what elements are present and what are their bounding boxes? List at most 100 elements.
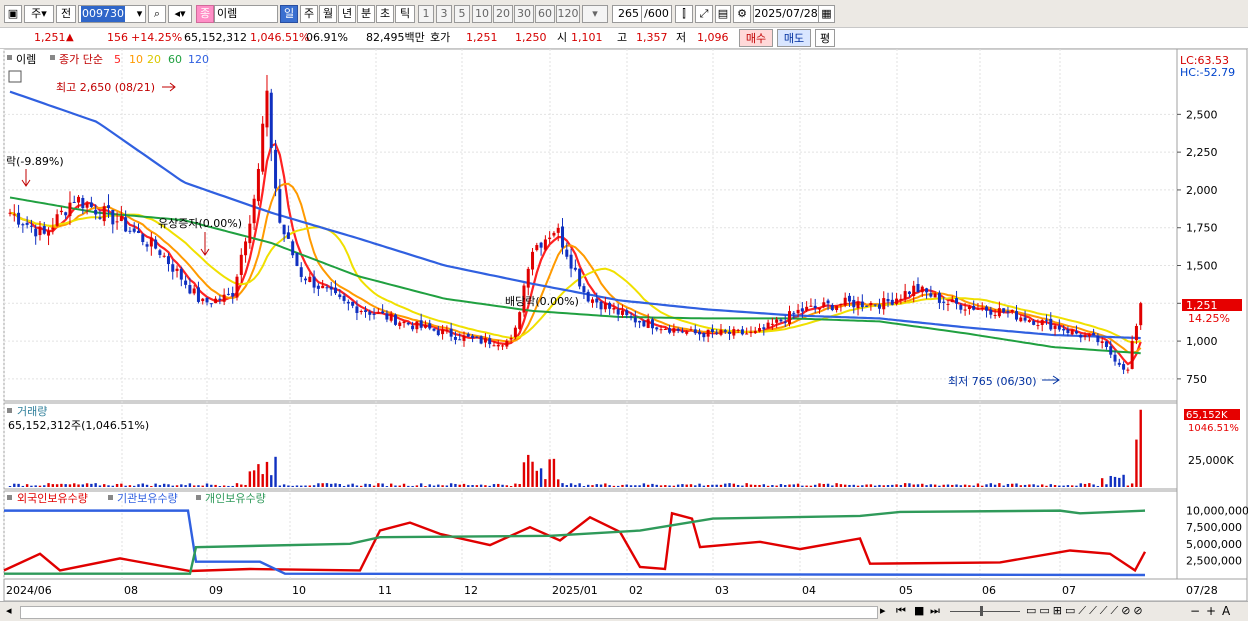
low-label: 저 [676, 31, 687, 44]
avg-button[interactable]: 평 [815, 29, 835, 47]
volume-bar [745, 483, 748, 487]
market-select[interactable]: 주 ▾ [24, 5, 54, 23]
gear-icon[interactable]: ⚙ [733, 5, 751, 23]
calculator-icon[interactable] [8, 70, 22, 83]
sell-button[interactable]: 매도 [777, 29, 811, 47]
period-monthly-button[interactable]: 월 [319, 5, 337, 23]
code-dropdown-icon[interactable]: ▾ [134, 5, 146, 23]
candle-body [873, 304, 877, 306]
sound-icon[interactable]: ◂▾ [168, 5, 192, 23]
interval-120-button[interactable]: 120 [556, 5, 580, 23]
volume-bar [843, 484, 847, 487]
volume-bar [736, 484, 740, 487]
volume-bar [21, 485, 25, 487]
volume-bar [175, 485, 179, 487]
candle-body [419, 320, 423, 328]
interval-custom-select[interactable]: ▾ [582, 5, 608, 23]
font-size-icon[interactable]: A [1222, 604, 1230, 618]
volume-bar [814, 484, 817, 487]
volume-bar [762, 484, 766, 487]
candle-body [1130, 341, 1134, 369]
zoom-slider[interactable] [950, 611, 1020, 612]
scrollbar-track[interactable] [20, 606, 878, 619]
period-weekly-button[interactable]: 주 [300, 5, 318, 23]
date-input[interactable]: 2025/07/28 [753, 5, 819, 23]
candle-body [950, 299, 954, 303]
volume-bar [1045, 485, 1048, 487]
zoom-slider-handle[interactable] [980, 606, 983, 616]
low-price: 1,096 [697, 31, 729, 44]
candle-body [94, 209, 98, 215]
x-axis-panel [3, 578, 1248, 602]
volume-bar [77, 484, 80, 487]
volume-bar [385, 486, 389, 487]
save-icon[interactable]: ▤ [715, 5, 731, 23]
zoom-in-icon[interactable]: + [1206, 604, 1216, 618]
volume-bar [214, 484, 217, 487]
interval-20-button[interactable]: 20 [493, 5, 513, 23]
period-daily-button[interactable]: 일 [280, 5, 298, 23]
candle-icon[interactable]: ⫿ [675, 5, 693, 23]
volume-bar [929, 484, 933, 487]
period-tick-button[interactable]: 틱 [395, 5, 415, 23]
holdings-legend: 외국인보유수량 기관보유수량 개인보유수량 [7, 492, 266, 505]
buy-button[interactable]: 매수 [739, 29, 773, 47]
volume-bar [685, 484, 688, 487]
volume-bar [1058, 485, 1061, 487]
candle-body [501, 345, 505, 347]
volume-bar [522, 462, 526, 487]
holdings-tick-label: 10,000,000 [1186, 505, 1248, 518]
period-second-button[interactable]: 초 [376, 5, 394, 23]
interval-30-button[interactable]: 30 [514, 5, 534, 23]
holdings-panel[interactable] [3, 490, 1178, 580]
holdings-square-icon-2 [108, 495, 113, 500]
volume-bar [646, 484, 650, 487]
volume-bar [1135, 439, 1138, 487]
period-yearly-button[interactable]: 년 [338, 5, 356, 23]
drawing-tools-icons[interactable]: ▭▭⊞▭⟋⟋⟋⟋⊘⊘ [1026, 604, 1146, 618]
scroll-right-icon[interactable]: ▸ [880, 604, 886, 617]
zoom-out-icon[interactable]: − [1190, 604, 1200, 618]
interval-10-button[interactable]: 10 [472, 5, 492, 23]
scroll-left-icon[interactable]: ◂ [6, 604, 12, 617]
stop-icon[interactable]: ■ [914, 604, 924, 617]
period-minute-button[interactable]: 분 [357, 5, 375, 23]
prefix-select[interactable]: 전 [56, 5, 76, 23]
volume-bar [334, 483, 337, 487]
candle-body [912, 285, 916, 296]
volume-bar [372, 485, 376, 487]
legend-ma10: 10 [129, 53, 143, 66]
volume-bar [861, 485, 864, 487]
candle-body [890, 299, 894, 305]
candle-body [235, 276, 239, 298]
candle-body [1126, 369, 1130, 371]
candle-body [800, 308, 804, 312]
interval-1-button[interactable]: 1 [418, 5, 434, 23]
calendar-icon[interactable]: ▦ [819, 5, 835, 23]
volume-bar [968, 485, 971, 487]
volume-bar [771, 485, 774, 487]
chart-area[interactable]: 2,5002,2502,0001,7501,5001,2501,00075010… [0, 48, 1248, 602]
count-input[interactable]: 265 [612, 5, 642, 23]
candle-body [1062, 328, 1066, 331]
interval-3-button[interactable]: 3 [436, 5, 452, 23]
legend-individual: 개인보유수량 [205, 492, 266, 505]
candle-body [710, 329, 714, 332]
candle-body [64, 212, 68, 216]
volume-bar [360, 485, 363, 487]
volume-bar [389, 483, 393, 487]
search-icon[interactable]: ⌕ [148, 5, 166, 23]
volume-bar [766, 485, 770, 487]
chart-svg[interactable]: 2,5002,2502,0001,7501,5001,2501,00075010… [0, 48, 1248, 602]
volume-badge-pct: 1046.51% [1188, 423, 1239, 434]
interval-60-button[interactable]: 60 [535, 5, 555, 23]
last-icon[interactable]: ⏭ [930, 604, 940, 618]
interval-5-button[interactable]: 5 [454, 5, 470, 23]
volume-title: 거래량 [17, 405, 47, 418]
window-icon[interactable]: ▣ [4, 5, 22, 23]
candle-body [745, 333, 749, 335]
draw-icon[interactable]: ⤢ [695, 5, 713, 23]
volume-panel[interactable] [3, 402, 1178, 490]
candle-body [573, 267, 577, 270]
first-icon[interactable]: ⏮ [896, 604, 906, 618]
